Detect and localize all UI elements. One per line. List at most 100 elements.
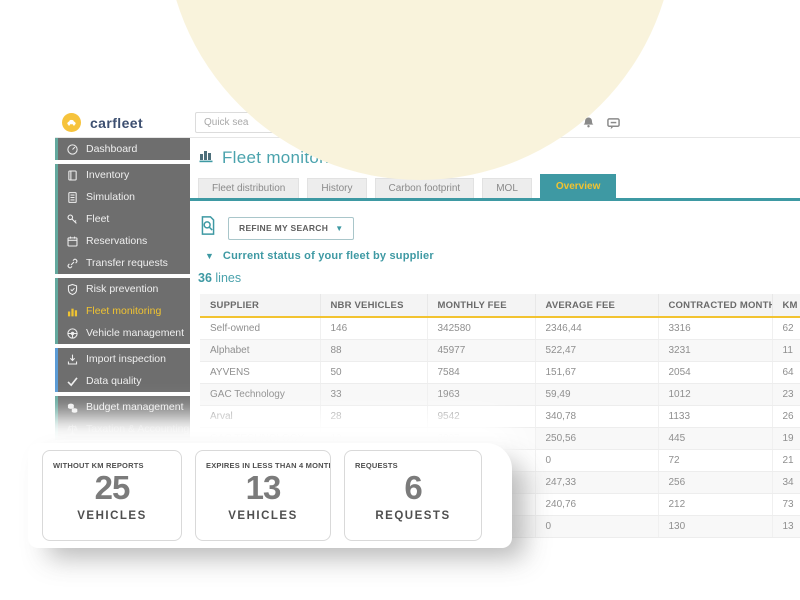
tab-overview[interactable]: Overview: [539, 174, 617, 198]
section-toggle[interactable]: ▼ Current status of your fleet by suppli…: [205, 250, 434, 262]
book-icon: [65, 169, 79, 182]
table-row[interactable]: Arval 28 9542 340,78 1133 26: [200, 405, 800, 428]
tab-underline: [190, 198, 800, 201]
chat-icon[interactable]: [606, 117, 621, 135]
sidebar-group: Risk prevention Fleet monitoring Vehicle m…: [55, 278, 190, 344]
tab-fleet-distribution[interactable]: Fleet distribution: [198, 178, 300, 198]
sidebar-item-vehicle-management[interactable]: Vehicle management: [58, 322, 190, 344]
table-cell: 33: [320, 383, 428, 406]
stat-cards: WITHOUT KM REPORTS 25 VEHICLES EXPIRES IN L…: [28, 443, 512, 541]
key-icon: [65, 213, 79, 226]
sidebar-item-fleet-monitoring[interactable]: Fleet monitoring: [58, 300, 190, 322]
steering-wheel-icon: [65, 327, 79, 340]
table-row[interactable]: AYVENS 50 7584 151,67 2054 64: [200, 361, 800, 384]
table-row[interactable]: Self-owned 146 342580 2346,44 3316 62: [200, 317, 800, 340]
table-cell: 9542: [427, 405, 536, 428]
column-header-contracted-months[interactable]: CONTRACTED MONTHS: [658, 294, 773, 318]
table-cell: 130: [658, 515, 773, 538]
lines-count-label: lines: [215, 271, 242, 285]
sidebar-item-import-inspection[interactable]: Import inspection: [58, 348, 190, 370]
sidebar-item-taxation-accounting[interactable]: Taxation & Accounting: [58, 418, 190, 440]
app-window: carfleet Dashboard Inventory Simulation Fle…: [0, 0, 800, 600]
table-row[interactable]: Alphabet 88 45977 522,47 3231 11: [200, 339, 800, 362]
table-cell: 1012: [658, 383, 773, 406]
document-search-icon[interactable]: [198, 215, 218, 241]
sidebar-item-risk-prevention[interactable]: Risk prevention: [58, 278, 190, 300]
column-header-average-fee[interactable]: AVERAGE FEE: [535, 294, 659, 318]
table-cell: 72: [658, 449, 773, 472]
table-cell: 21: [772, 449, 800, 472]
coins-icon: [65, 401, 79, 414]
bar-chart-icon: [65, 305, 79, 318]
table-cell: 212: [658, 493, 773, 516]
sidebar-item-label: Dashboard: [86, 143, 138, 155]
carfleet-logo[interactable]: carfleet: [62, 113, 143, 132]
sidebar-item-data-quality[interactable]: Data quality: [58, 370, 190, 392]
tab-history[interactable]: History: [307, 178, 367, 198]
check-icon: [65, 375, 79, 388]
tab-mol[interactable]: MOL: [482, 178, 532, 198]
table-cell: 34: [772, 471, 800, 494]
sidebar-nav: Dashboard Inventory Simulation Fleet Reserva…: [55, 138, 190, 444]
table-cell: 28: [320, 405, 428, 428]
section-title: Current status of your fleet by supplier: [222, 250, 434, 262]
lines-count: 36 lines: [198, 271, 241, 285]
table-cell: 445: [658, 427, 773, 450]
column-header-supplier[interactable]: SUPPLIER: [200, 294, 321, 318]
car-logo-icon: [62, 113, 81, 132]
link-icon: [65, 257, 79, 270]
table-cell: 250,56: [535, 427, 659, 450]
table-cell: 3316: [658, 317, 773, 340]
column-header-monthly-fee[interactable]: MONTHLY FEE: [427, 294, 536, 318]
tab-carbon-footprint[interactable]: Carbon footprint: [374, 178, 475, 198]
table-cell: 45977: [427, 339, 536, 362]
table-cell: 88: [320, 339, 428, 362]
sidebar-item-simulation[interactable]: Simulation: [58, 186, 190, 208]
table-cell: 59,49: [535, 383, 659, 406]
sidebar-item-label: Transfer requests: [86, 257, 168, 269]
stat-card-label: EXPIRES IN LESS THAN 4 MONTHS: [206, 461, 330, 470]
table-cell: 146: [320, 317, 428, 340]
table-row[interactable]: GAC Technology 33 1963 59,49 1012 23: [200, 383, 800, 406]
tab-bar: Fleet distribution History Carbon footprin…: [198, 174, 800, 198]
sidebar-item-label: Taxation & Accounting: [86, 423, 190, 435]
sidebar-item-label: Simulation: [86, 191, 136, 203]
table-cell: Self-owned: [200, 317, 321, 340]
chevron-down-icon: ▼: [335, 223, 344, 233]
sidebar-item-label: Import inspection: [86, 353, 166, 365]
sidebar-item-dashboard[interactable]: Dashboard: [58, 138, 190, 160]
sidebar-item-fleet[interactable]: Fleet: [58, 208, 190, 230]
download-icon: [65, 353, 79, 366]
table-cell: 73: [772, 493, 800, 516]
sidebar-item-reservations[interactable]: Reservations: [58, 230, 190, 252]
sidebar-item-label: Fleet: [86, 213, 110, 225]
sidebar-item-label: Risk prevention: [86, 283, 159, 295]
stat-card-label: REQUESTS: [355, 461, 398, 470]
scales-icon: [65, 423, 79, 436]
stat-card-expires-in-less-than-4-months: EXPIRES IN LESS THAN 4 MONTHS 13 VEHICLES: [195, 450, 331, 541]
refine-my-search-button[interactable]: REFINE MY SEARCH ▼: [228, 216, 355, 240]
table-cell: 151,67: [535, 361, 659, 384]
sidebar-item-transfer-requests[interactable]: Transfer requests: [58, 252, 190, 274]
column-header-km[interactable]: KM: [772, 294, 800, 318]
sidebar-item-inventory[interactable]: Inventory: [58, 164, 190, 186]
sidebar-item-label: Budget management: [86, 401, 184, 413]
table-cell: 256: [658, 471, 773, 494]
stat-card-value: 13: [245, 469, 282, 506]
refine-row: REFINE MY SEARCH ▼: [198, 215, 355, 241]
column-header-nbr-vehicles[interactable]: NBR VEHICLES: [320, 294, 428, 318]
table-cell: 522,47: [535, 339, 659, 362]
bar-chart-title-icon: [198, 147, 215, 168]
stat-card-unit: VEHICLES: [228, 510, 298, 522]
sidebar-group: Import inspection Data quality: [55, 348, 190, 392]
table-cell: 0: [535, 515, 659, 538]
table-cell: 247,33: [535, 471, 659, 494]
table-cell: GAC Technology: [200, 383, 321, 406]
table-cell: 23: [772, 383, 800, 406]
table-cell: 13: [772, 515, 800, 538]
sidebar-item-budget-management[interactable]: Budget management: [58, 396, 190, 418]
table-cell: 2346,44: [535, 317, 659, 340]
table-cell: 240,76: [535, 493, 659, 516]
stat-card-value: 6: [404, 469, 422, 506]
calendar-icon: [65, 235, 79, 248]
